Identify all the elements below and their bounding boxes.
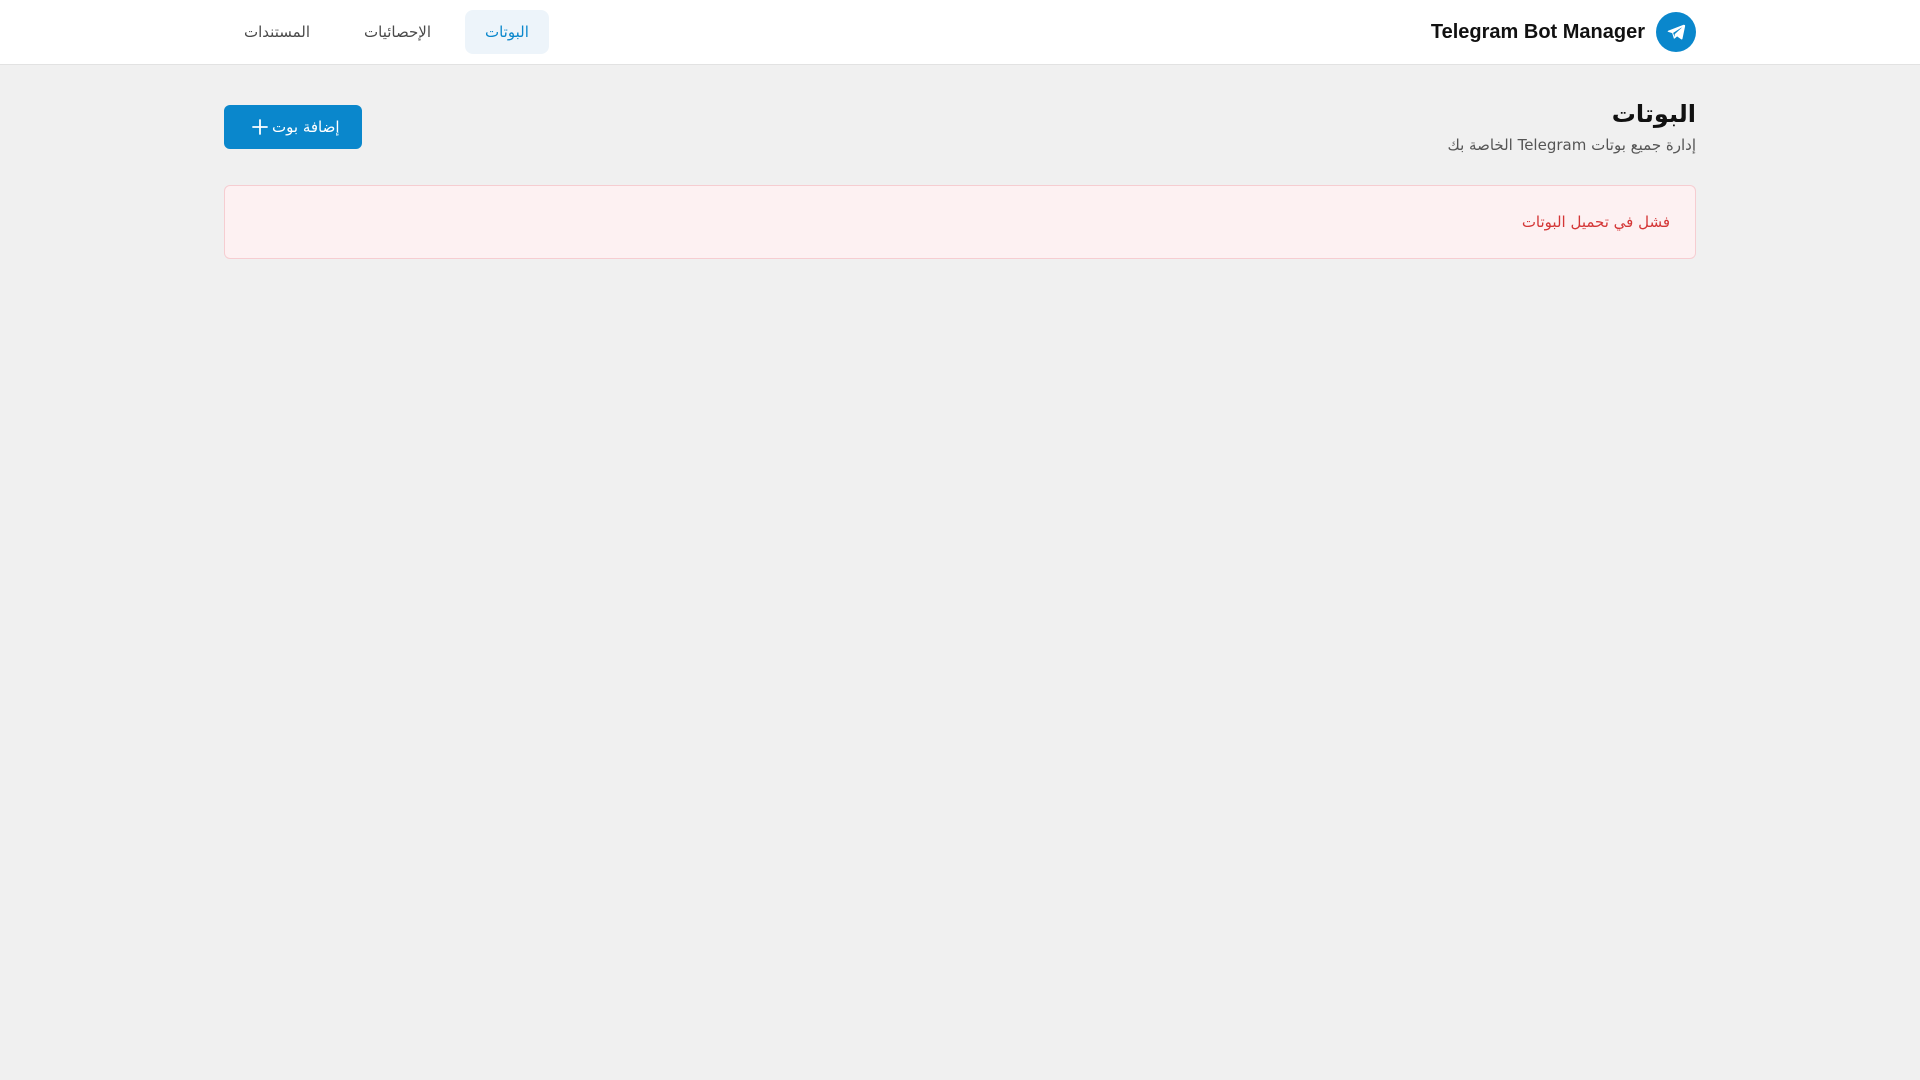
telegram-plane-icon bbox=[1656, 12, 1696, 52]
brand[interactable]: Telegram Bot Manager bbox=[1431, 12, 1696, 52]
nav-item-documents[interactable]: المستندات bbox=[224, 10, 330, 54]
top-header: Telegram Bot Manager البوتات الإحصائيات … bbox=[0, 0, 1920, 65]
page-subtitle: إدارة جميع بوتات Telegram الخاصة بك bbox=[1447, 136, 1696, 154]
page-header: البوتات إدارة جميع بوتات Telegram الخاصة… bbox=[224, 98, 1696, 154]
main-content: البوتات إدارة جميع بوتات Telegram الخاصة… bbox=[224, 65, 1696, 259]
add-bot-button-label: إضافة بوت bbox=[272, 118, 340, 136]
page-heading-group: البوتات إدارة جميع بوتات Telegram الخاصة… bbox=[1447, 98, 1696, 154]
main-nav: البوتات الإحصائيات المستندات bbox=[224, 10, 549, 54]
error-alert: فشل في تحميل البوتات bbox=[224, 185, 1696, 259]
plus-icon bbox=[250, 117, 270, 137]
brand-title: Telegram Bot Manager bbox=[1430, 20, 1645, 43]
page-title: البوتات bbox=[1611, 100, 1696, 128]
nav-item-statistics[interactable]: الإحصائيات bbox=[344, 10, 451, 54]
error-message: فشل في تحميل البوتات bbox=[1521, 213, 1670, 231]
header-container: Telegram Bot Manager البوتات الإحصائيات … bbox=[224, 0, 1696, 64]
nav-item-bots[interactable]: البوتات bbox=[464, 10, 549, 54]
add-bot-button[interactable]: إضافة بوت bbox=[224, 105, 362, 149]
